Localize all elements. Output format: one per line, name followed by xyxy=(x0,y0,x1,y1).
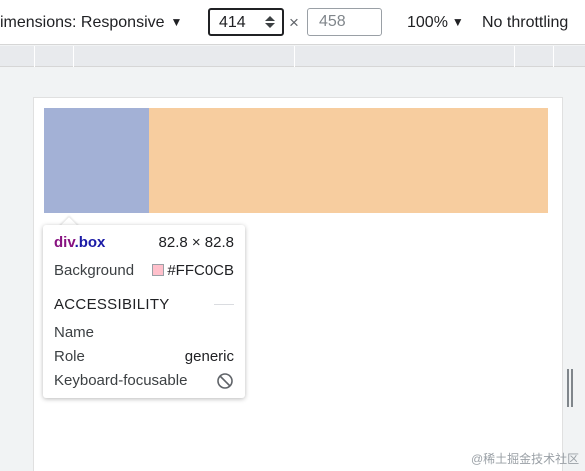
role-row: Role generic xyxy=(54,348,234,366)
chevron-down-icon: ▼ xyxy=(170,15,183,29)
resize-handle[interactable] xyxy=(567,369,573,407)
throttling-select[interactable]: No throttling xyxy=(482,13,568,33)
width-value: 414 xyxy=(219,14,246,31)
element-class: .box xyxy=(74,234,106,251)
throttling-label: No throttling xyxy=(482,14,569,31)
focusable-label: Keyboard-focusable xyxy=(54,372,188,389)
color-swatch xyxy=(152,264,165,276)
role-value: generic xyxy=(184,348,234,365)
accessibility-title: ACCESSIBILITY xyxy=(54,296,170,313)
grip-line xyxy=(571,369,573,407)
role-label: Role xyxy=(54,348,85,365)
ruler-tick xyxy=(294,46,295,67)
name-label: Name xyxy=(54,324,95,341)
width-input[interactable]: 414 xyxy=(208,8,284,36)
not-allowed-icon xyxy=(216,372,234,395)
background-row: Background #FFC0CB xyxy=(54,262,234,280)
dimensions-select[interactable]: imensions: Responsive ▼ xyxy=(0,13,182,33)
ruler-tick xyxy=(553,46,554,67)
background-value-wrap: #FFC0CB xyxy=(152,262,234,280)
device-toolbar: imensions: Responsive ▼ 414 × 458 100% ▼ N… xyxy=(0,0,585,45)
tooltip-header: div.box 82.8 × 82.8 xyxy=(54,234,234,252)
focusable-row: Keyboard-focusable xyxy=(54,372,234,390)
zoom-select[interactable]: 100% ▼ xyxy=(407,13,464,33)
ruler-tick xyxy=(514,46,515,67)
dimensions-label: imensions: Responsive xyxy=(0,14,165,31)
inspect-tooltip: div.box 82.8 × 82.8 Background #FFC0CB A… xyxy=(43,225,245,398)
ruler-tick xyxy=(34,46,35,67)
media-query-ruler[interactable] xyxy=(0,46,585,67)
highlighted-box[interactable] xyxy=(44,108,149,213)
name-row: Name xyxy=(54,324,234,342)
grip-line xyxy=(567,369,569,407)
element-tag: div xyxy=(54,234,75,251)
ruler-tick xyxy=(73,46,74,67)
height-value: 458 xyxy=(319,13,346,30)
zoom-label: 100% xyxy=(407,14,448,31)
element-size: 82.8 × 82.8 xyxy=(158,234,234,251)
chevron-down-icon: ▼ xyxy=(451,15,464,29)
box-margin-overlay xyxy=(149,108,548,213)
section-divider xyxy=(214,304,234,305)
watermark: @稀土掘金技术社区 xyxy=(471,452,580,466)
stepper-icon[interactable] xyxy=(263,13,277,31)
accessibility-section: ACCESSIBILITY xyxy=(54,296,234,314)
height-input[interactable]: 458 xyxy=(307,8,382,36)
background-label: Background xyxy=(54,262,135,279)
times-symbol: × xyxy=(289,13,299,32)
background-value: #FFC0CB xyxy=(167,262,234,279)
